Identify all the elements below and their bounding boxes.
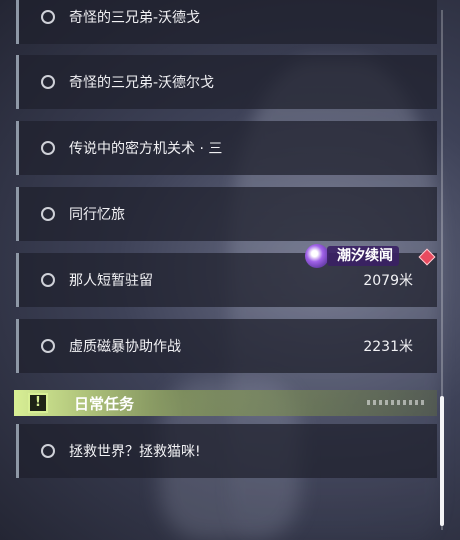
exclamation-icon: ! [28, 393, 48, 413]
quest-title: 那人短暂驻留 [69, 273, 153, 289]
quest-title: 传说中的密方机关术 · 三 [69, 141, 223, 157]
quest-item[interactable]: 奇怪的三兄弟-沃德戈 [16, 0, 437, 44]
scrollbar-thumb[interactable] [440, 396, 444, 526]
quest-status-circle-icon [41, 339, 55, 353]
swirl-icon [305, 244, 329, 268]
daily-quests-title: 日常任务 [74, 395, 135, 413]
quest-status-circle-icon [41, 444, 55, 458]
quest-item[interactable]: 拯救世界？拯救猫咪! [16, 424, 437, 478]
quest-distance: 2079米 [363, 273, 413, 289]
quest-title: 拯救世界？拯救猫咪! [69, 444, 201, 460]
quest-distance: 2231米 [363, 339, 413, 355]
quest-status-circle-icon [41, 273, 55, 287]
quest-status-circle-icon [41, 75, 55, 89]
quest-status-circle-icon [41, 207, 55, 221]
quest-status-circle-icon [41, 10, 55, 24]
header-decoration [367, 400, 427, 405]
watermark-text: 潮汐续闻 [327, 246, 399, 266]
quest-status-circle-icon [41, 141, 55, 155]
quest-item[interactable]: 虚质磁暴协助作战 2231米 [16, 319, 437, 373]
quest-item[interactable]: 同行忆旅 [16, 187, 437, 241]
daily-quests-header[interactable]: ! 日常任务 [14, 390, 437, 416]
watermark-logo: 潮汐续闻 [305, 244, 415, 268]
quest-title: 虚质磁暴协助作战 [69, 339, 181, 355]
quest-item[interactable]: 奇怪的三兄弟-沃德尔戈 [16, 55, 437, 109]
quest-item[interactable]: 传说中的密方机关术 · 三 [16, 121, 437, 175]
quest-title: 奇怪的三兄弟-沃德尔戈 [69, 75, 215, 91]
quest-title: 同行忆旅 [69, 207, 125, 223]
quest-list: 奇怪的三兄弟-沃德戈 奇怪的三兄弟-沃德尔戈 传说中的密方机关术 · 三 同行忆… [0, 0, 460, 540]
quest-title: 奇怪的三兄弟-沃德戈 [69, 10, 201, 26]
